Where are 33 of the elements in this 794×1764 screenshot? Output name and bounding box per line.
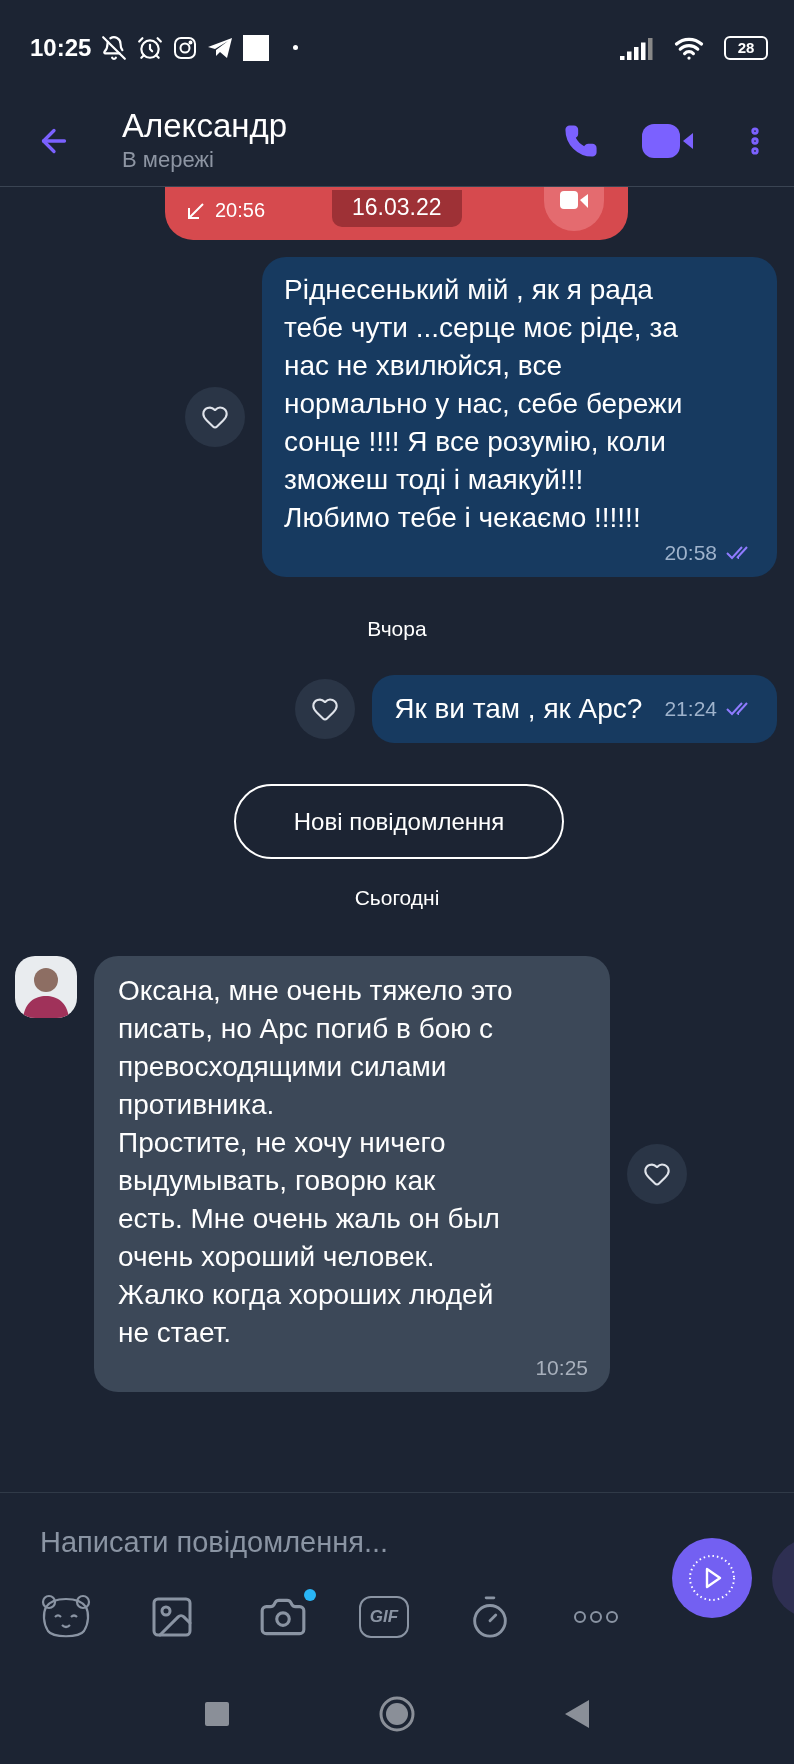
message-text: Ріднесенький мій , як я рада тебе чути ...серце моє ріде, за нас не хвилюйся, все нормально у нас, себе бережи сонце !!!! Я все розумію, коли зможеш тоді і маякуй!!! Любимо тебе і чекаємо !!!!!! [284,273,684,535]
back-nav-button[interactable] [565,1700,589,1728]
clock: 10:25 [30,33,92,62]
message-input[interactable]: Написати повідомлення... [38,1513,602,1571]
home-button[interactable] [379,1696,415,1732]
camera-app-icon [173,35,198,60]
message-text: Як ви там , як Арс? [394,692,643,726]
video-call-button[interactable] [544,187,604,231]
date-pill: 16.03.22 [332,190,462,227]
new-messages-button[interactable]: Нові повідомлення [234,784,564,859]
message-text: Оксана, мне очень тяжело это писать, но Арс погиб в бою с превосходящими силами противника. Простите, не хочу ничего выдумывать, говорю как есть. Мне очень жаль он был очень хороший человек. Жалко когда хороших людей не стает. [118,974,514,1350]
video-call-button[interactable] [642,123,694,158]
message-time: 10:25 [535,1356,588,1380]
avatar[interactable] [15,956,77,1018]
alarm-icon [137,34,164,61]
paper-plane-icon [207,36,234,59]
online-status: В мережі [122,145,215,174]
more-icon [574,1611,618,1623]
more-notifications-icon [293,45,299,50]
signal-icon [620,35,656,60]
call-button[interactable] [564,123,598,158]
message-time: 21:24 [664,697,717,721]
muted-bell-icon [101,34,128,61]
contact-name: Александр [122,106,289,145]
play-icon [687,1553,737,1603]
date-separator: Вчора [367,617,427,641]
incoming-arrow-icon [187,201,205,220]
battery-icon: 28 [724,35,768,60]
message-time: 20:58 [664,541,717,565]
date-separator: Сьогодні [354,886,440,910]
video-camera-icon [559,191,589,211]
notification-icon [243,34,270,61]
call-time: 20:56 [215,199,266,222]
